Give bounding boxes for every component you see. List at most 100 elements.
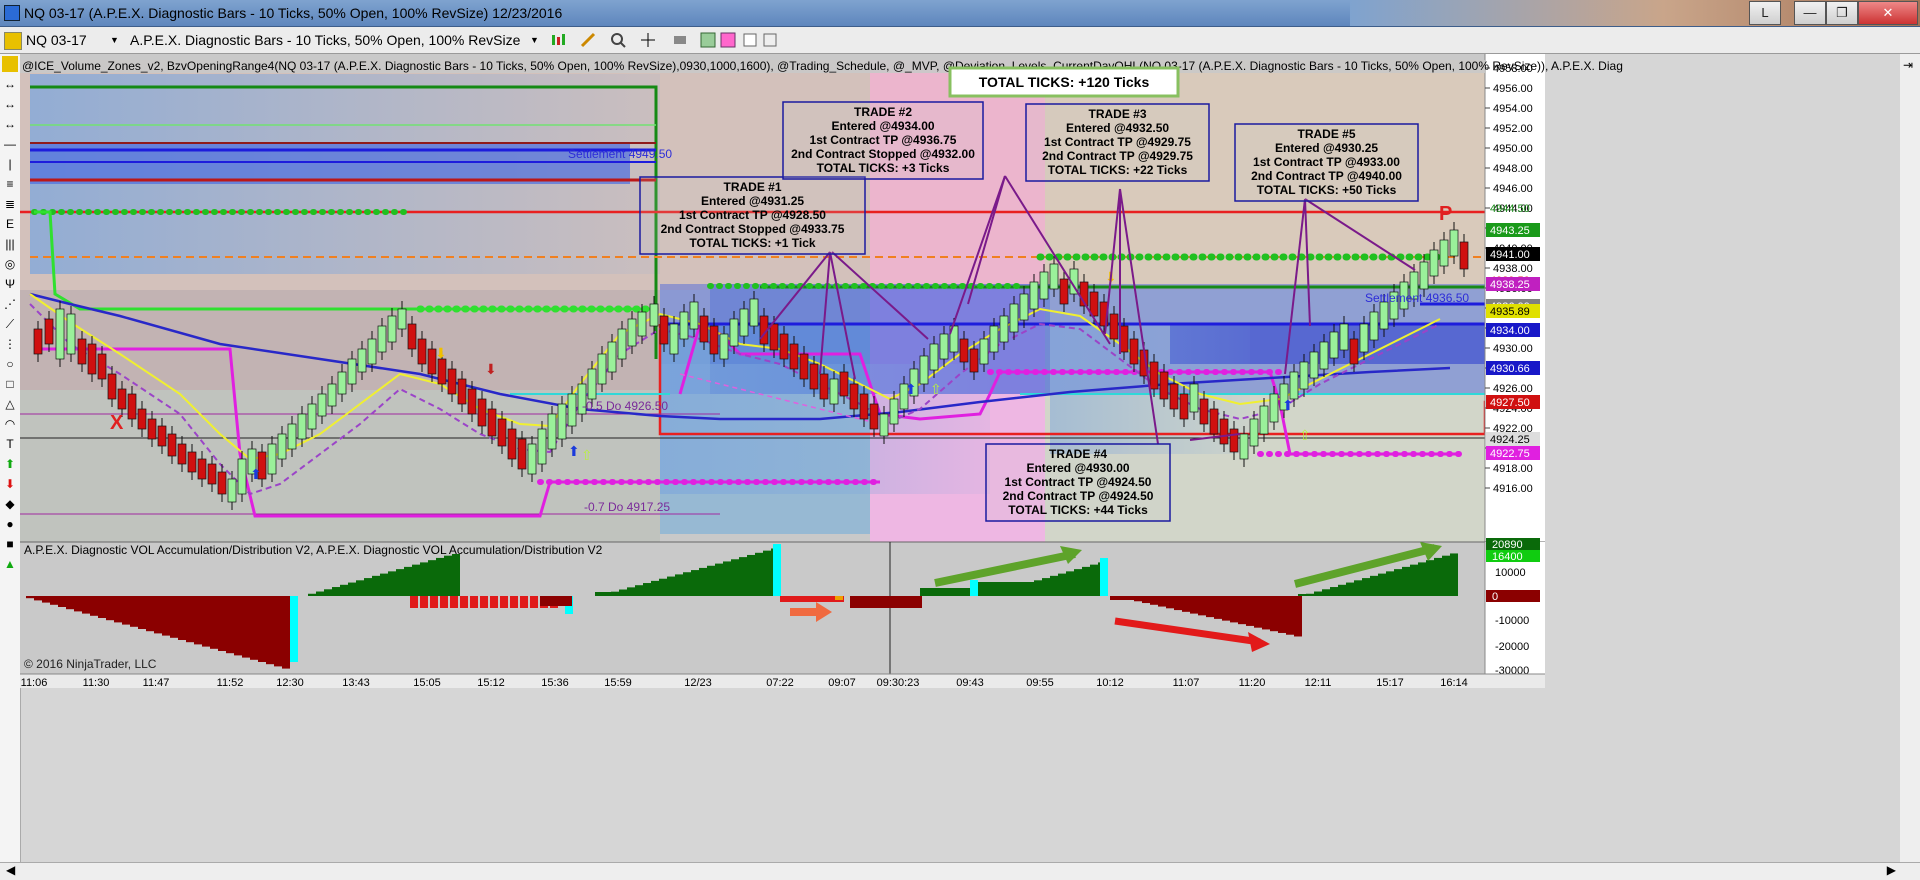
vol-bar <box>1010 582 1018 596</box>
vol-bar <box>1074 569 1082 596</box>
tool-pitchfork-icon[interactable]: Ψ <box>2 276 18 292</box>
tool-dot-icon[interactable]: ● <box>2 516 18 532</box>
vol-bar <box>90 596 98 616</box>
vol-bar <box>460 596 468 608</box>
scroll-icon[interactable] <box>672 32 688 48</box>
candle-body <box>699 315 709 343</box>
vol-bar <box>530 596 538 608</box>
crosshair-icon[interactable] <box>640 32 656 48</box>
candle-body <box>417 338 427 365</box>
tool-risk-reward-icon[interactable]: ⋮ <box>2 336 18 352</box>
tool-vertical-line-icon[interactable]: | <box>2 156 18 172</box>
tool-ray-icon[interactable]: ↔ <box>2 96 18 112</box>
tool-rectangle-icon[interactable]: □ <box>2 376 18 392</box>
tool-fib-time-icon[interactable]: ||| <box>2 236 18 252</box>
bar-type-dropdown-icon[interactable]: ▼ <box>530 31 539 49</box>
vol-bar <box>154 596 162 634</box>
vol-bar <box>850 596 858 608</box>
candle-body <box>739 308 749 337</box>
tool-gann-fan-icon[interactable]: ⋰ <box>2 296 18 312</box>
strategies-icon[interactable] <box>720 32 736 48</box>
magnify-icon[interactable] <box>610 32 626 48</box>
vol-bar <box>500 596 508 608</box>
candle-body <box>709 325 719 355</box>
vol-bar <box>480 596 488 608</box>
candle-body <box>939 333 949 360</box>
tool-fib-circle-icon[interactable]: ◎ <box>2 256 18 272</box>
vol-bar <box>1386 571 1394 596</box>
candle-body <box>1319 341 1329 370</box>
vol-bar <box>404 566 412 596</box>
tool-text-icon[interactable]: T <box>2 436 18 452</box>
tool-select-icon[interactable] <box>2 56 18 72</box>
collapse-icon[interactable]: ⇥ <box>1903 58 1913 72</box>
vol-bar <box>1090 564 1098 596</box>
vol-bar <box>804 596 812 602</box>
tool-triangle-icon[interactable]: △ <box>2 396 18 412</box>
instrument-dropdown-icon[interactable]: ▼ <box>110 31 119 49</box>
time-tick-label: 15:12 <box>477 677 505 689</box>
minimize-button[interactable]: — <box>1794 1 1826 25</box>
vol-bar <box>1246 596 1254 626</box>
scroll-right-icon[interactable]: ▶ <box>1887 863 1896 877</box>
vol-bar <box>978 582 986 596</box>
indicators-icon[interactable] <box>700 32 716 48</box>
horizontal-scrollbar[interactable]: ◀ ▶ <box>0 862 1920 880</box>
candle-body <box>477 398 487 427</box>
candle-body <box>719 333 729 360</box>
price-tick-label: 4950.00 <box>1493 143 1533 155</box>
tool-fib-extension-icon[interactable]: E <box>2 216 18 232</box>
instrument-selector[interactable]: NQ 03-17 <box>26 31 87 49</box>
time-tick-label: 13:43 <box>342 677 370 689</box>
tool-regression-icon[interactable]: ⟋ <box>2 316 18 332</box>
close-button[interactable]: ✕ <box>1858 1 1918 25</box>
candle-body <box>749 298 759 327</box>
vol-bar <box>952 588 960 596</box>
candle-body <box>1349 338 1359 365</box>
scroll-left-icon[interactable]: ◀ <box>6 863 15 877</box>
vol-bar <box>316 591 324 596</box>
tool-channel-icon[interactable]: ≡ <box>2 176 18 192</box>
time-tick-label: 09:30:23 <box>877 677 920 689</box>
tool-square-icon[interactable]: ■ <box>2 536 18 552</box>
tool-fib-retracement-icon[interactable]: ≣ <box>2 196 18 212</box>
trade-detail: Entered @4932.50 <box>1066 121 1169 135</box>
vol-bar <box>510 596 518 608</box>
tool-arrow-down-icon[interactable]: ⬇ <box>2 476 18 492</box>
trade-detail: 1st Contract TP @4933.00 <box>1253 155 1400 169</box>
vol-bar <box>1206 596 1214 618</box>
vol-bar <box>1126 596 1134 600</box>
vol-bar <box>186 596 194 643</box>
tool-arrow-up-icon[interactable]: ⬆ <box>2 456 18 472</box>
vol-bar <box>1442 555 1450 596</box>
candle-body <box>1029 281 1039 310</box>
candle-body <box>979 338 989 365</box>
vol-bar <box>1270 596 1278 632</box>
vol-bar <box>906 596 914 608</box>
bar-type-selector[interactable]: A.P.E.X. Diagnostic Bars - 10 Ticks, 50%… <box>130 31 520 49</box>
chart-icon[interactable] <box>4 32 22 50</box>
candle-body <box>97 353 107 380</box>
tool-diamond-icon[interactable]: ◆ <box>2 496 18 512</box>
data-box-icon[interactable] <box>762 32 778 48</box>
bar-style-icon[interactable] <box>550 32 566 48</box>
tool-horizontal-line-icon[interactable]: — <box>2 136 18 152</box>
tool-arrow-line-icon[interactable]: ↔ <box>2 76 18 92</box>
vol-bar <box>763 550 771 596</box>
candle-body <box>1379 301 1389 330</box>
properties-icon[interactable] <box>742 32 758 48</box>
chart-area[interactable]: X P ⬆ ⬆ ⇧ ⬇ ⬇ ⬆ ⇧ ⬇ ⬆ ⇧ Settlement 4949.… <box>20 54 1840 864</box>
tool-ellipse-icon[interactable]: ○ <box>2 356 18 372</box>
layout-button[interactable]: L <box>1749 1 1781 25</box>
right-scrollbar[interactable]: ⇥ <box>1900 54 1920 864</box>
vol-bar <box>731 559 739 596</box>
trade-detail: Entered @4931.25 <box>701 194 804 208</box>
tool-arc-icon[interactable]: ◠ <box>2 416 18 432</box>
vol-bar <box>356 580 364 596</box>
maximize-button[interactable]: ❐ <box>1826 1 1858 25</box>
tool-extended-line-icon[interactable]: ↔ <box>2 116 18 132</box>
tool-triangle-up-icon[interactable]: ▲ <box>2 556 18 572</box>
draw-pencil-icon[interactable] <box>580 32 596 48</box>
vol-bar <box>1298 594 1306 596</box>
vol-bar <box>58 596 66 607</box>
